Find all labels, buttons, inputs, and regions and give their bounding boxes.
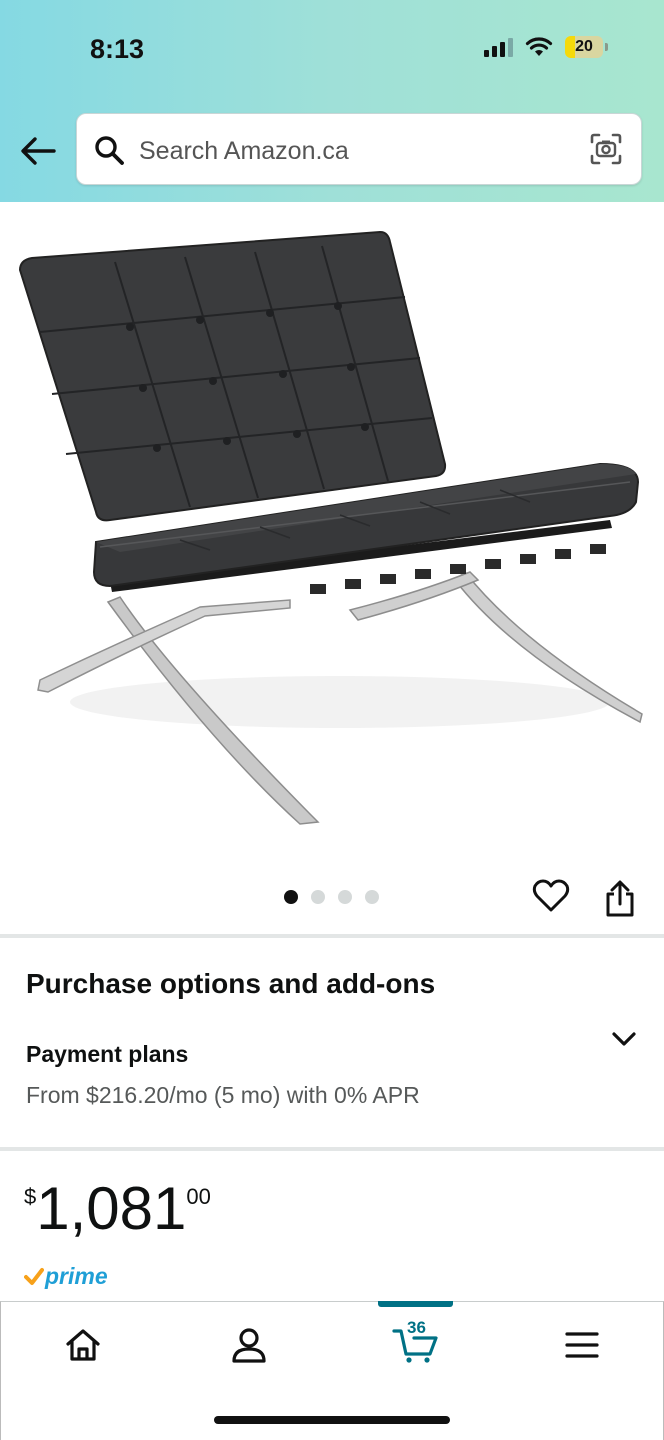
status-time: 8:13 [90, 34, 145, 64]
section-divider [0, 1147, 664, 1151]
prime-badge: prime [24, 1263, 108, 1290]
price-whole: 1,081 [36, 1175, 187, 1242]
cart-active-indicator [378, 1301, 453, 1307]
search-icon [95, 136, 124, 165]
status-icons: 20 [484, 36, 608, 58]
payment-plans-label[interactable]: Payment plans [26, 1041, 188, 1068]
payment-plans-detail: From $216.20/mo (5 mo) with 0% APR [26, 1082, 420, 1108]
pagination-dot-active[interactable] [284, 890, 298, 904]
camera-scan-icon[interactable] [589, 132, 623, 166]
prime-label: prime [45, 1263, 108, 1289]
price: $ 1,081 00 [24, 1176, 211, 1242]
wifi-icon [525, 37, 553, 56]
pagination-dot[interactable] [338, 890, 352, 904]
pagination-dot[interactable] [311, 890, 325, 904]
back-arrow-icon[interactable] [20, 134, 56, 168]
share-icon[interactable] [603, 880, 637, 918]
purchase-options-heading: Purchase options and add-ons [26, 968, 436, 999]
home-indicator[interactable] [214, 1416, 450, 1424]
battery-icon: 20 [565, 36, 603, 58]
cellular-signal-icon [484, 37, 513, 57]
search-input[interactable]: Search Amazon.ca [139, 137, 349, 166]
section-divider [0, 934, 664, 938]
search-bar[interactable]: Search Amazon.ca [76, 113, 642, 185]
pagination-dot[interactable] [365, 890, 379, 904]
battery-tip [605, 43, 608, 51]
menu-icon[interactable] [562, 1325, 602, 1365]
home-icon[interactable] [63, 1325, 103, 1365]
image-pagination-dots[interactable] [284, 890, 379, 904]
app-header: 8:13 20 Search Amazon.ca [0, 0, 664, 202]
cart-count: 36 [407, 1318, 426, 1337]
price-currency: $ [24, 1184, 37, 1209]
price-fraction: 00 [186, 1184, 211, 1209]
chevron-down-icon[interactable] [610, 1028, 638, 1050]
battery-level: 20 [575, 38, 593, 55]
product-image[interactable] [0, 202, 664, 862]
heart-icon[interactable] [532, 878, 570, 914]
prime-check-icon [24, 1267, 44, 1285]
account-icon[interactable] [229, 1325, 269, 1365]
